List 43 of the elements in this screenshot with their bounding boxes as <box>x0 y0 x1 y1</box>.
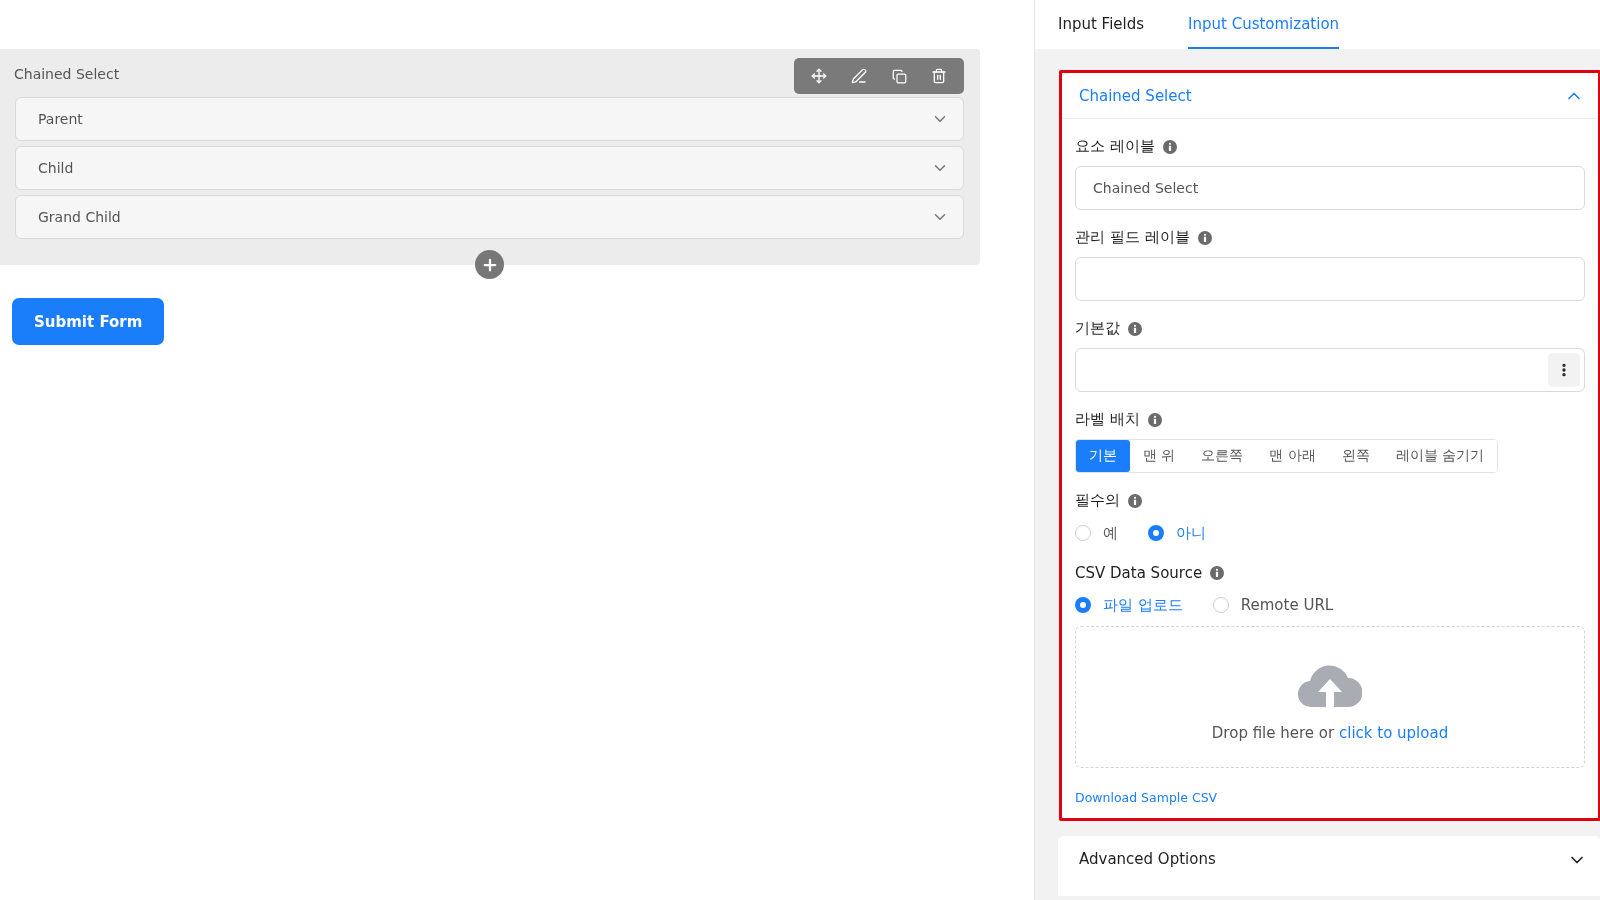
drop-instruction: Drop file here or click to upload <box>1211 724 1449 742</box>
add-field-button[interactable] <box>475 250 504 279</box>
radio-option[interactable]: Remote URL <box>1212 596 1334 614</box>
field-label: 필수의 <box>1075 491 1120 510</box>
trash-icon <box>931 68 947 84</box>
file-dropzone[interactable]: Drop file here or click to upload <box>1075 626 1585 768</box>
settings-card-header[interactable]: Chained Select <box>1062 73 1598 119</box>
select-field[interactable]: Child <box>15 146 964 190</box>
field-label: 라벨 배치 <box>1075 410 1140 429</box>
select-field[interactable]: Parent <box>15 97 964 141</box>
info-icon <box>1162 139 1177 154</box>
select-field[interactable]: Grand Child <box>15 195 964 239</box>
advanced-options-header[interactable]: Advanced Options <box>1058 836 1600 896</box>
field-label: 요소 레이블 <box>1075 137 1155 156</box>
download-link[interactable]: Download Sample CSV <box>1075 790 1218 805</box>
pen-icon <box>851 68 867 84</box>
copy-icon <box>891 68 907 84</box>
field-label: 기본값 <box>1075 319 1120 338</box>
tab[interactable]: Input Customization <box>1188 0 1340 49</box>
input-field[interactable] <box>1075 257 1585 301</box>
submit-button[interactable]: Submit Form <box>12 298 165 345</box>
info-icon <box>1197 230 1212 245</box>
upload-link[interactable]: click to upload <box>1339 724 1449 742</box>
field-label: 관리 필드 레이블 <box>1075 228 1190 247</box>
segment-option[interactable]: 기본 <box>1076 440 1130 472</box>
tab[interactable]: Input Fields <box>1058 0 1145 49</box>
info-icon <box>1128 493 1142 508</box>
radio-icon[interactable] <box>1075 597 1091 613</box>
more-button[interactable] <box>1548 353 1580 387</box>
radio-option[interactable]: 파일 업로드 <box>1075 595 1183 615</box>
card-title: Advanced Options <box>1079 850 1216 868</box>
radio-option[interactable]: 예 <box>1075 523 1118 543</box>
field-label: Chained Select <box>14 66 120 82</box>
radio-icon[interactable] <box>1148 525 1164 541</box>
input-field[interactable]: Chained Select <box>1075 166 1585 210</box>
input-field[interactable] <box>1075 348 1585 392</box>
info-icon <box>1210 566 1225 580</box>
info-icon <box>1147 412 1162 427</box>
field-label: CSV Data Source <box>1075 564 1203 582</box>
info-icon <box>1128 321 1142 336</box>
card-title: Chained Select <box>1079 86 1192 105</box>
radio-option[interactable]: 아니 <box>1148 523 1206 543</box>
move-icon <box>811 68 827 84</box>
